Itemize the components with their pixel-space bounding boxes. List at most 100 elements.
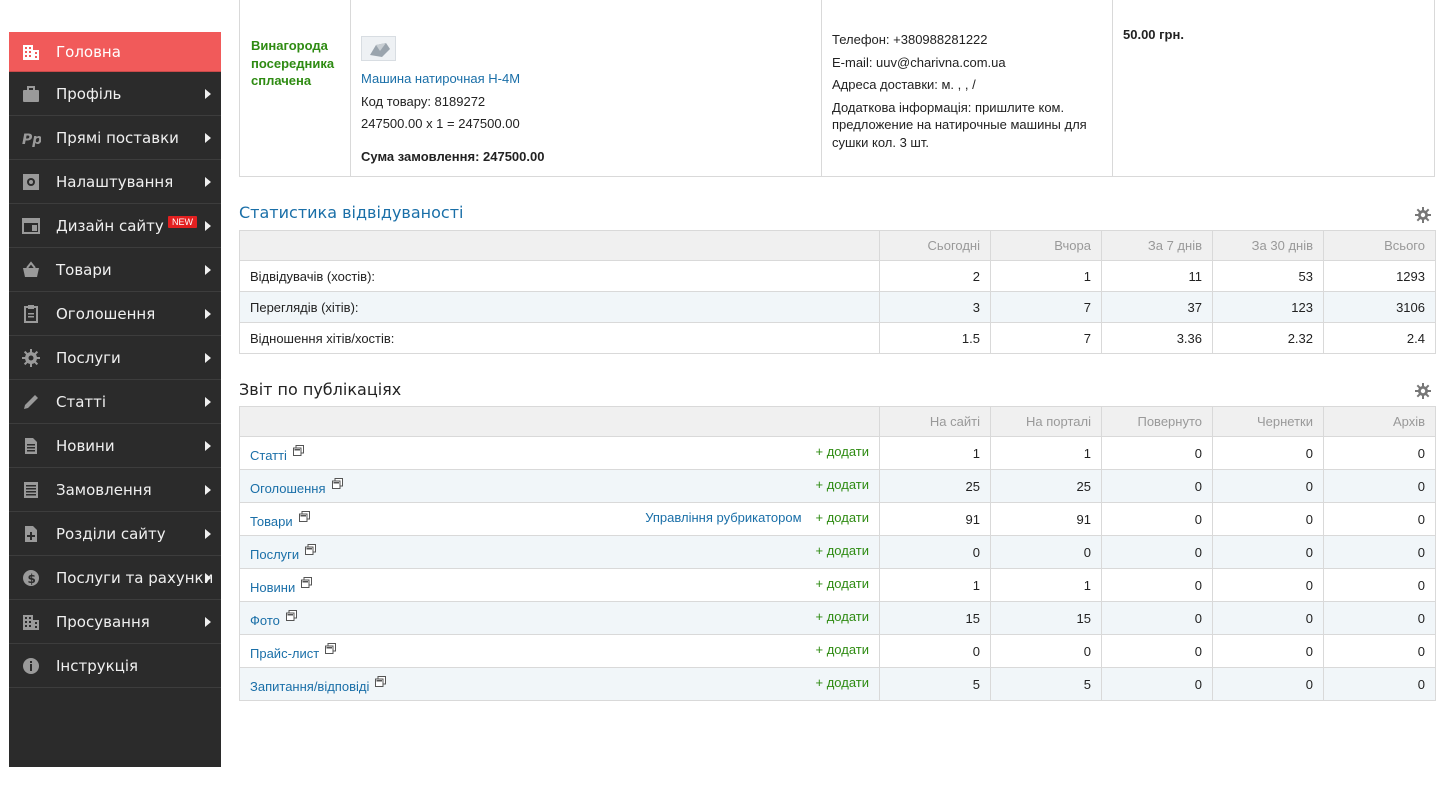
chevron-right-icon: [205, 528, 211, 539]
open-new-window-icon[interactable]: [305, 543, 317, 555]
sidebar-item-11[interactable]: Розділи сайту: [9, 512, 221, 556]
publication-count: 0: [1323, 502, 1436, 536]
sidebar-item-9[interactable]: Новини: [9, 424, 221, 468]
open-new-window-icon[interactable]: [298, 510, 310, 522]
sidebar-item-7[interactable]: Послуги: [9, 336, 221, 380]
sidebar-item-2[interactable]: Pp Прямі поставки: [9, 116, 221, 160]
product-link[interactable]: Машина натирочная Н-4М: [361, 71, 520, 86]
order-fee: 50.00 грн.: [1123, 27, 1184, 42]
publication-count: 0: [1212, 436, 1324, 470]
product-thumbnail[interactable]: [361, 36, 396, 61]
stats-value: 3106: [1323, 291, 1436, 323]
svg-text:Pp: Pp: [22, 132, 41, 148]
stats-header-cell: [239, 230, 880, 261]
stats-value: 1293: [1323, 260, 1436, 292]
open-new-window-icon[interactable]: [375, 675, 387, 687]
chevron-right-icon: [205, 220, 211, 231]
svg-text:$: $: [28, 572, 36, 586]
publication-count: 0: [1212, 667, 1324, 701]
add-button[interactable]: + додати: [816, 642, 869, 657]
sidebar-item-12[interactable]: $ Послуги та рахунки: [9, 556, 221, 600]
sidebar-item-6[interactable]: Оголошення: [9, 292, 221, 336]
publications-header-cell: Чернетки: [1212, 406, 1324, 437]
add-button[interactable]: + додати: [816, 477, 869, 492]
stats-value: 1.5: [879, 322, 991, 354]
publication-count: 0: [1323, 469, 1436, 503]
settings-box-icon: [21, 172, 41, 192]
publication-name-cell: + додати Оголошення: [239, 469, 880, 503]
chevron-right-icon: [205, 396, 211, 407]
stats-header-cell: За 30 днів: [1212, 230, 1324, 261]
publication-count: 91: [879, 502, 991, 536]
publication-count: 0: [1212, 568, 1324, 602]
sidebar-item-10[interactable]: Замовлення: [9, 468, 221, 512]
sidebar-item-5[interactable]: Товари: [9, 248, 221, 292]
sidebar-item-3[interactable]: Налаштування: [9, 160, 221, 204]
table-row: Переглядів (хітів): 3 7 37 123 3106: [239, 291, 1436, 323]
sidebar-item-label: Просування: [56, 612, 150, 631]
layout-icon: [21, 216, 41, 236]
publication-link[interactable]: Запитання/відповіді: [250, 679, 369, 694]
publication-link[interactable]: Товари: [250, 514, 293, 529]
publication-count: 0: [879, 634, 991, 668]
publication-name-cell: + додати Запитання/відповіді: [239, 667, 880, 701]
stats-value: 2.32: [1212, 322, 1324, 354]
stats-header-cell: Вчора: [990, 230, 1102, 261]
publication-link[interactable]: Прайс-лист: [250, 646, 319, 661]
sidebar-item-8[interactable]: Статті: [9, 380, 221, 424]
product-code: Код товару: 8189272: [361, 94, 486, 109]
stats-settings-gear-icon[interactable]: [1415, 207, 1431, 223]
order-contact: Телефон: +380988281222 E-mail: uuv@chari…: [822, 0, 1113, 176]
add-button[interactable]: + додати: [816, 675, 869, 690]
publication-link[interactable]: Оголошення: [250, 481, 326, 496]
sidebar-item-13[interactable]: Просування: [9, 600, 221, 644]
sidebar-item-label: Прямі поставки: [56, 128, 179, 147]
stats-row-label: Відвідувачів (хостів):: [239, 260, 880, 292]
sidebar-item-1[interactable]: Профіль: [9, 72, 221, 116]
publication-count: 25: [879, 469, 991, 503]
publication-link[interactable]: Новини: [250, 580, 295, 595]
open-new-window-icon[interactable]: [331, 477, 343, 489]
publication-name-cell: + додати Управління рубрикатором Товари: [239, 502, 880, 536]
order-total: Сума замовлення: 247500.00: [361, 149, 545, 164]
add-button[interactable]: + додати: [816, 609, 869, 624]
add-button[interactable]: + додати: [816, 510, 869, 525]
stats-row-label: Переглядів (хітів):: [239, 291, 880, 323]
open-new-window-icon[interactable]: [325, 642, 337, 654]
publication-link[interactable]: Фото: [250, 613, 280, 628]
contact-email: E-mail: uuv@charivna.com.ua: [832, 54, 1006, 70]
publication-count: 0: [1323, 634, 1436, 668]
add-button[interactable]: + додати: [816, 576, 869, 591]
publications-header-cell: Повернуто: [1101, 406, 1213, 437]
sidebar-item-14[interactable]: Інструкція: [9, 644, 221, 688]
publication-count: 0: [1101, 634, 1213, 668]
chevron-right-icon: [205, 572, 211, 583]
publication-count: 0: [990, 634, 1102, 668]
publications-title: Звіт по публікаціях: [239, 380, 402, 399]
file-plus-icon: [21, 524, 41, 544]
table-row: + додати Фото 15 15 0 0 0: [239, 601, 1436, 635]
publications-settings-gear-icon[interactable]: [1415, 383, 1431, 399]
publication-link[interactable]: Статті: [250, 448, 287, 463]
add-button[interactable]: + додати: [816, 444, 869, 459]
sidebar-item-0[interactable]: Головна: [9, 32, 221, 72]
stats-value: 7: [990, 322, 1102, 354]
table-row: + додати Управління рубрикатором Товари 91 9…: [239, 502, 1436, 536]
publication-count: 0: [1101, 436, 1213, 470]
open-new-window-icon[interactable]: [301, 576, 313, 588]
publication-count: 0: [1212, 469, 1324, 503]
sidebar-item-4[interactable]: Дизайн сайту NEW: [9, 204, 221, 248]
add-button[interactable]: + додати: [816, 543, 869, 558]
open-new-window-icon[interactable]: [292, 444, 304, 456]
publications-header-cell: Архів: [1323, 406, 1436, 437]
open-new-window-icon[interactable]: [285, 609, 297, 621]
stats-row-label: Відношення хітів/хостів:: [239, 322, 880, 354]
stats-value: 3.36: [1101, 322, 1213, 354]
order-product: Машина натирочная Н-4М Код товару: 81892…: [351, 0, 822, 176]
publications-header-cell: На сайті: [879, 406, 991, 437]
publication-count: 5: [879, 667, 991, 701]
publication-count: 91: [990, 502, 1102, 536]
sidebar-item-label: Статті: [56, 392, 107, 411]
rubricator-link[interactable]: Управління рубрикатором: [645, 510, 801, 525]
publication-link[interactable]: Послуги: [250, 547, 299, 562]
